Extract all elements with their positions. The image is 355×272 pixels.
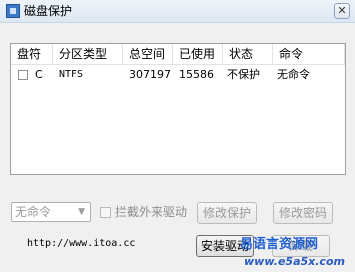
- cell-drive: C: [35, 68, 43, 81]
- intercept-driver-checkbox[interactable]: [100, 207, 111, 218]
- website-url[interactable]: http://www.itoa.cc: [27, 238, 135, 250]
- table-row[interactable]: C NTFS 307197 15586 不保护 无命令: [11, 65, 345, 85]
- column-drive[interactable]: 盘符: [11, 44, 53, 64]
- command-select[interactable]: 无命令 ▼: [11, 202, 91, 222]
- close-button[interactable]: ✕: [334, 3, 350, 19]
- column-used[interactable]: 已使用: [173, 44, 223, 64]
- cell-command: 无命令: [277, 68, 310, 81]
- disk-icon: [6, 4, 20, 18]
- chevron-down-icon: ▼: [78, 207, 85, 217]
- column-total[interactable]: 总空间: [123, 44, 173, 64]
- cell-partition-type: NTFS: [59, 69, 84, 80]
- cell-total: 307197: [129, 68, 171, 81]
- title-bar: 磁盘保护 ✕: [0, 0, 355, 23]
- row-checkbox[interactable]: [18, 70, 28, 80]
- watermark-url: www.e5a5x.com: [244, 255, 345, 268]
- column-status[interactable]: 状态: [223, 44, 273, 64]
- command-select-value: 无命令: [15, 205, 52, 219]
- watermark-text: 易语言资源网: [240, 236, 318, 252]
- modify-password-button[interactable]: 修改密码: [273, 202, 333, 224]
- cell-status: 不保护: [227, 68, 260, 81]
- column-partition-type[interactable]: 分区类型: [53, 44, 123, 64]
- cell-used: 15586: [179, 68, 214, 81]
- list-header: 盘符 分区类型 总空间 已使用 状态 命令: [11, 44, 345, 65]
- disk-list[interactable]: 盘符 分区类型 总空间 已使用 状态 命令 C NTFS 307197 1558…: [10, 43, 346, 175]
- modify-protect-button[interactable]: 修改保护: [197, 202, 257, 224]
- column-command[interactable]: 命令: [273, 44, 345, 64]
- intercept-driver-label: 拦截外来驱动: [115, 205, 188, 219]
- watermark-logo: 易语言资源网 www.e5a5x.com: [240, 236, 345, 268]
- window-title: 磁盘保护: [24, 4, 73, 18]
